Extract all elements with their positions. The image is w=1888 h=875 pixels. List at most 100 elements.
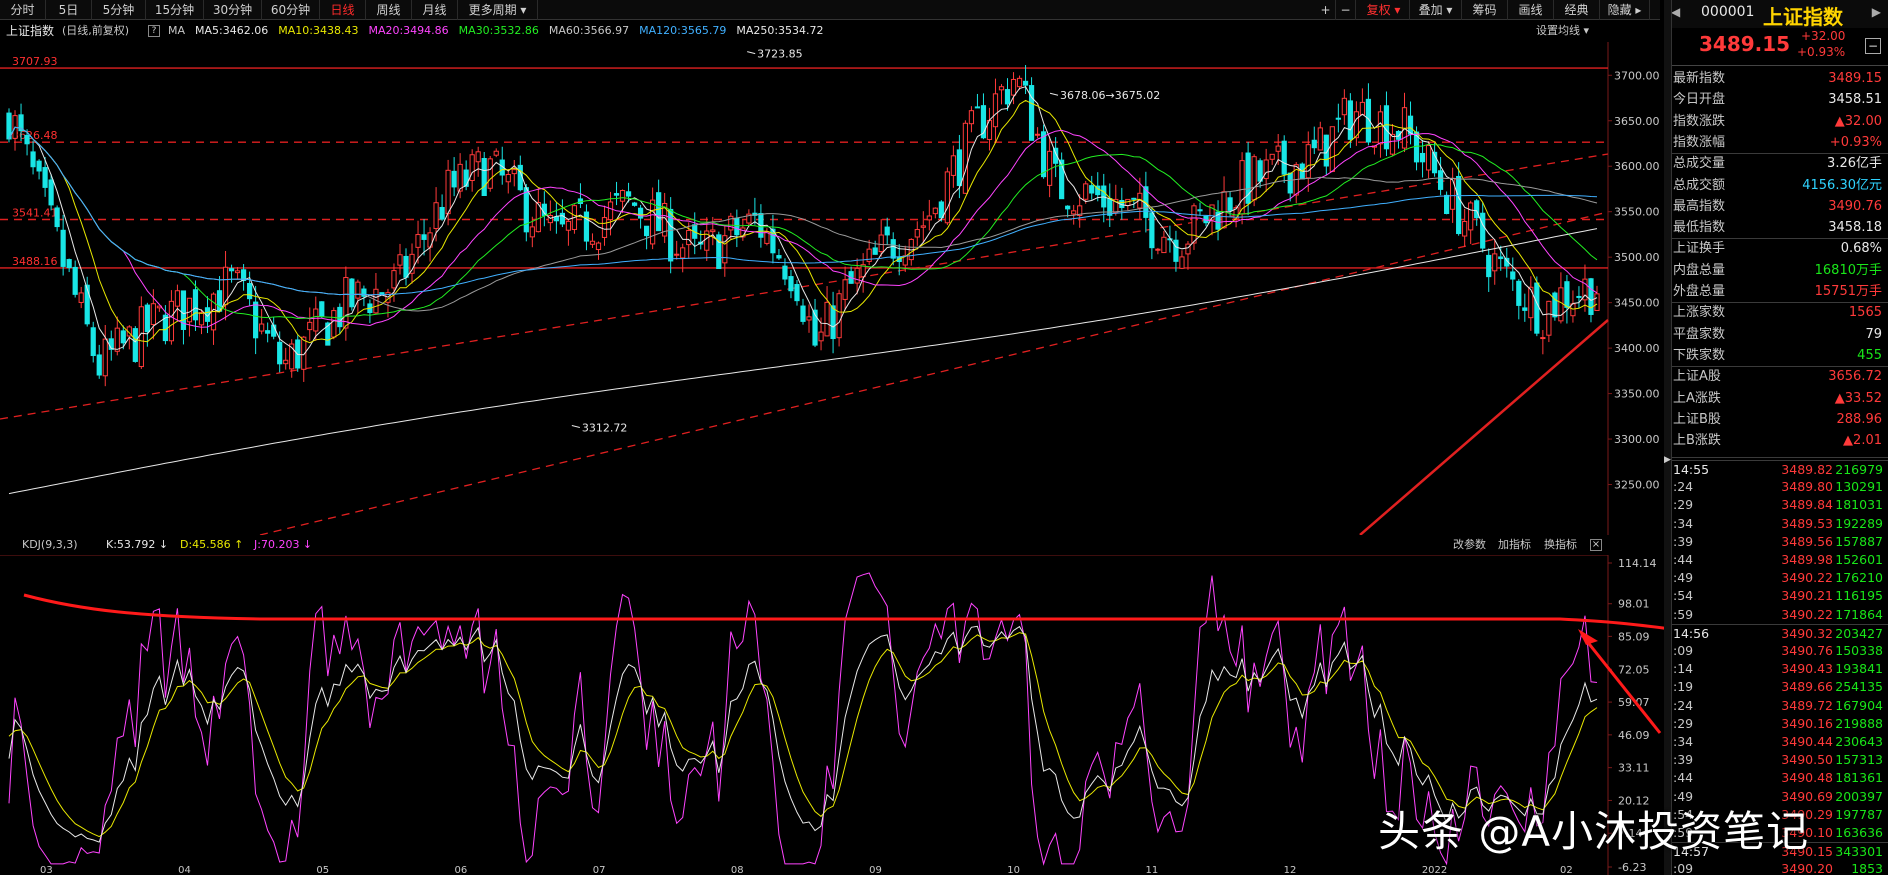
tick-price: 3489.98	[1781, 552, 1833, 567]
x-tick-label: 09	[869, 865, 882, 875]
stat-label: 上涨家数	[1673, 305, 1726, 321]
annotation-label: 3678.06→3675.02	[1060, 89, 1160, 102]
stat-label: 最高指数	[1673, 198, 1726, 214]
stat-row: 指数涨跌 ▲32.00	[1673, 111, 1882, 132]
kdj-param-button[interactable]: 改参数	[1453, 535, 1486, 555]
price-block: 3489.15 +32.00 +0.93% −	[1665, 28, 1888, 66]
stat-row: 指数涨幅 +0.93%	[1673, 132, 1882, 153]
chips-button[interactable]: 筹码	[1462, 0, 1508, 20]
classic-button[interactable]: 经典	[1554, 0, 1600, 20]
candlestick-chart[interactable]: 3700.00 3650.00 3600.00 3550.00 3500.00 3450.…	[0, 42, 1664, 535]
tick-row: :34 3489.53 192289	[1665, 515, 1888, 533]
stat-row: 今日开盘 3458.51	[1673, 89, 1882, 110]
period-5day[interactable]: 5日	[46, 0, 92, 20]
period-30min[interactable]: 30分钟	[204, 0, 262, 20]
tick-time: :44	[1673, 770, 1694, 786]
kdj-k-value: K:53.792 ↓	[106, 538, 169, 551]
y-tick-label: 3600.00	[1614, 160, 1660, 173]
ma-settings-button[interactable]: 设置均线 ▾	[1536, 20, 1589, 42]
tick-time: 14:55	[1673, 462, 1710, 477]
period-more[interactable]: 更多周期 ▾	[458, 0, 538, 20]
stat-label: 指数涨跌	[1673, 113, 1726, 129]
draw-line-button[interactable]: 画线	[1508, 0, 1554, 20]
kdj-y-tick-label: 72.05	[1618, 663, 1650, 676]
kdj-y-tick-label: 114.14	[1618, 557, 1657, 570]
close-icon[interactable]: ×	[1590, 539, 1602, 551]
tick-volume: 150338	[1835, 643, 1883, 658]
candle	[1251, 154, 1257, 207]
tick-row: :24 3489.72 167904	[1665, 697, 1888, 715]
candle	[481, 152, 487, 196]
x-tick-label: 12	[1284, 865, 1297, 875]
tick-row: :44 3489.98 152601	[1665, 551, 1888, 569]
hide-button[interactable]: 隐藏 ▸	[1600, 0, 1650, 20]
right-arrow-icon[interactable]: ▶	[1872, 5, 1881, 19]
stat-row: 最新指数 3489.15	[1673, 68, 1882, 89]
ma-item: MA30:3532.86	[458, 24, 539, 37]
stat-row: 上证A股 3656.72	[1673, 366, 1882, 387]
level-label: 3488.16	[12, 255, 58, 268]
stat-label: 内盘总量	[1673, 262, 1726, 278]
ma-item: MA10:3438.43	[278, 24, 359, 37]
tick-time: :34	[1673, 515, 1694, 531]
period-60min[interactable]: 60分钟	[262, 0, 320, 20]
tick-volume: 197787	[1835, 806, 1883, 822]
stat-value: 3.26亿手	[1827, 156, 1882, 172]
stat-value: 3656.72	[1828, 369, 1882, 385]
candle	[1040, 124, 1047, 179]
index-subtitle: (日线,前复权)	[62, 24, 130, 37]
ma-legend-bar: 上证指数 (日线,前复权) ? MA MA5:3462.06 MA10:3438.4…	[0, 20, 1620, 42]
stat-row: 上A涨跌 ▲33.52	[1673, 388, 1882, 409]
kdj-switch-button[interactable]: 换指标	[1544, 535, 1577, 555]
tick-volume: 216979	[1835, 462, 1883, 477]
tick-volume: 200397	[1835, 788, 1883, 804]
help-icon[interactable]: ?	[148, 25, 160, 37]
stat-label: 上证B股	[1673, 411, 1721, 427]
tick-price: 3490.43	[1781, 661, 1833, 677]
y-tick-label: 3300.00	[1614, 433, 1660, 446]
x-tick-label: 2022	[1422, 865, 1447, 875]
zoom-in-button[interactable]: +	[1316, 0, 1336, 20]
stat-label: 上B涨跌	[1673, 433, 1721, 449]
price-change: +32.00	[1801, 29, 1846, 43]
stat-row: 下跌家数 455	[1673, 345, 1882, 366]
candle	[571, 204, 578, 234]
stat-row: 上证换手 0.68%	[1673, 238, 1882, 259]
tick-volume: 130291	[1835, 479, 1883, 495]
candle	[132, 326, 138, 363]
tick-time: :09	[1673, 861, 1694, 875]
period-15min[interactable]: 15分钟	[146, 0, 204, 20]
y-tick-label: 3350.00	[1614, 388, 1660, 401]
period-5min[interactable]: 5分钟	[92, 0, 146, 20]
kdj-legend-bar: KDJ(9,3,3) K:53.792 ↓ D:45.586 ↑ J:70.20…	[0, 535, 1620, 555]
tick-volume: 152601	[1835, 552, 1883, 567]
tick-price: 3490.20	[1781, 861, 1833, 875]
period-daily[interactable]: 日线	[320, 0, 366, 20]
period-intraday[interactable]: 分时	[0, 0, 46, 20]
stat-label: 最新指数	[1673, 71, 1726, 86]
zoom-out-button[interactable]: −	[1336, 0, 1356, 20]
period-weekly[interactable]: 周线	[366, 0, 412, 20]
ma-values: MA MA5:3462.06 MA10:3438.43 MA20:3494.86 MA3…	[168, 20, 834, 42]
candle	[138, 296, 144, 369]
tick-volume: 157887	[1835, 533, 1883, 549]
panel-divider[interactable]: ▶	[1664, 0, 1672, 875]
current-price: 3489.15	[1699, 32, 1791, 56]
collapse-icon[interactable]: −	[1865, 38, 1881, 54]
kdj-add-button[interactable]: 加指标	[1498, 535, 1531, 555]
stat-row: 最低指数 3458.18	[1673, 217, 1882, 238]
stat-label: 上证A股	[1673, 369, 1721, 385]
app-window: { "toolbar": { "periods": [ {"label": "分…	[0, 0, 1888, 875]
tick-time: 14:56	[1673, 625, 1710, 641]
stat-row: 外盘总量 15751万手	[1673, 281, 1882, 302]
left-arrow-icon[interactable]: ◀	[1671, 5, 1680, 19]
x-tick-label: 06	[455, 865, 468, 875]
tick-row: :29 3489.84 181031	[1665, 496, 1888, 514]
stat-row: 内盘总量 16810万手	[1673, 260, 1882, 281]
overlay-button[interactable]: 叠加 ▾	[1410, 0, 1462, 20]
adjust-button[interactable]: 复权 ▾	[1358, 0, 1410, 20]
collapse-arrow-icon[interactable]: ▶	[1664, 455, 1671, 465]
period-monthly[interactable]: 月线	[412, 0, 458, 20]
tick-row: :19 3489.66 254135	[1665, 678, 1888, 696]
x-tick-label: 07	[593, 865, 606, 875]
